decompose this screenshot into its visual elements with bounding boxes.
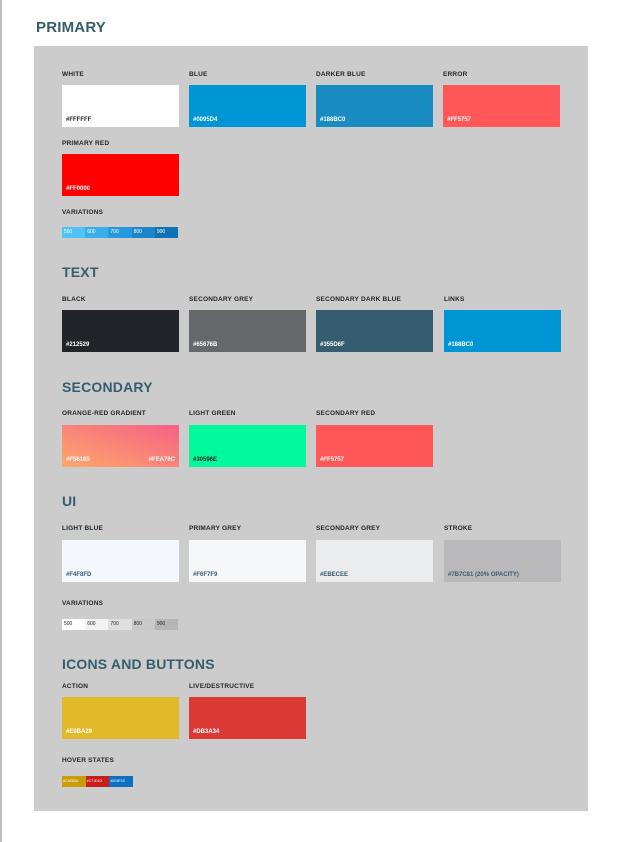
swatch-label-secondary-dark-blue: SECONDARY DARK BLUE bbox=[316, 296, 402, 303]
variation-label: 700 bbox=[110, 621, 119, 627]
swatch-hex-blue: #0095D4 bbox=[193, 117, 218, 123]
section-title-icons-and-buttons: ICONS AND BUTTONS bbox=[62, 656, 215, 672]
ui-variations-strip: 500 600 700 800 900 bbox=[62, 619, 179, 630]
swatch-light-blue: #F4F8FD bbox=[62, 540, 179, 582]
swatch-secondary-dark-blue: #355D6F bbox=[316, 310, 433, 352]
swatch-hex-gradient-start: #F56185 bbox=[66, 457, 90, 463]
swatch-darker-blue: #188BC0 bbox=[316, 85, 433, 127]
variation-500: 500 bbox=[62, 227, 86, 238]
swatch-label-links: LINKS bbox=[444, 296, 465, 303]
variation-label: 600 bbox=[87, 621, 96, 627]
hover-link: #0E6FC0 bbox=[109, 776, 134, 787]
swatch-label-action: ACTION bbox=[62, 683, 89, 690]
hover-states-label: HOVER STATES bbox=[62, 757, 114, 764]
swatch-hex-secondary-red: #FF5757 bbox=[320, 457, 345, 463]
ui-variation-600: 600 bbox=[85, 619, 109, 630]
swatch-live-destructive: #DB3A34 bbox=[189, 697, 306, 739]
swatch-hex-action: #E0BA29 bbox=[66, 729, 93, 735]
swatch-label-secondary-red: SECONDARY RED bbox=[316, 410, 376, 417]
swatch-label-primary-red: PRIMARY RED bbox=[62, 140, 110, 147]
swatch-label-black: BLACK bbox=[62, 296, 86, 303]
swatch-primary-grey: #F6F7F9 bbox=[189, 540, 306, 582]
palette-panel: WHITE #FFFFFF BLUE #0095D4 DARKER BLUE #… bbox=[34, 46, 588, 811]
ui-variation-700: 700 bbox=[108, 619, 132, 630]
swatch-hex-live-destructive: #DB3A34 bbox=[193, 729, 220, 735]
variation-600: 600 bbox=[85, 227, 109, 238]
swatch-orange-red-gradient: #F56185 #FEA76C bbox=[62, 425, 179, 467]
swatch-label-primary-grey: PRIMARY GREY bbox=[189, 525, 242, 532]
swatch-hex-secondary-dark-blue: #355D6F bbox=[320, 342, 345, 348]
primary-variations-strip: 500 600 700 800 900 bbox=[62, 227, 179, 238]
swatch-label-stroke: STROKE bbox=[444, 525, 473, 532]
swatch-hex-white: #FFFFFF bbox=[66, 117, 92, 123]
variation-label: 800 bbox=[133, 229, 142, 235]
ui-variation-900: 900 bbox=[154, 619, 179, 630]
variation-label: 600 bbox=[87, 229, 96, 235]
swatch-hex-darker-blue: #188BC0 bbox=[320, 117, 346, 123]
swatch-label-light-green: LIGHT GREEN bbox=[189, 410, 236, 417]
ui-variations-label: VARIATIONS bbox=[62, 600, 104, 607]
hover-states-strip: #CA9D06 #C71D1D #0E6FC0 bbox=[62, 776, 134, 787]
swatch-blue: #0095D4 bbox=[189, 85, 306, 127]
swatch-hex-error: #FF5757 bbox=[447, 117, 472, 123]
section-title-secondary: SECONDARY bbox=[62, 379, 153, 395]
ui-variation-500: 500 bbox=[62, 619, 86, 630]
swatch-label-white: WHITE bbox=[62, 71, 84, 78]
variation-800: 800 bbox=[131, 227, 155, 238]
ui-variation-800: 800 bbox=[131, 619, 155, 630]
swatch-hex-primary-red: #FF0000 bbox=[66, 186, 91, 192]
swatch-hex-stroke: #7B7C81 (20% OPACITY) bbox=[448, 572, 519, 578]
swatch-black: #212529 bbox=[62, 310, 179, 352]
swatch-label-blue: BLUE bbox=[189, 71, 208, 78]
hover-action: #CA9D06 bbox=[62, 776, 86, 787]
swatch-hex-secondary-grey-text: #65676B bbox=[193, 342, 218, 348]
variation-900: 900 bbox=[154, 227, 179, 238]
swatch-hex-light-green: #30596E bbox=[193, 457, 218, 463]
swatch-light-green: #30596E bbox=[189, 425, 306, 467]
variation-label: 900 bbox=[156, 229, 166, 235]
swatch-error: #FF5757 bbox=[443, 85, 560, 127]
swatch-label-error: ERROR bbox=[443, 71, 468, 78]
swatch-hex-secondary-grey-ui: #EBECEE bbox=[320, 572, 349, 578]
swatch-stroke: #7B7C81 (20% OPACITY) bbox=[444, 540, 561, 582]
swatch-label-orange-red-gradient: ORANGE-RED GRADIENT bbox=[62, 410, 146, 417]
variation-700: 700 bbox=[108, 227, 132, 238]
variation-label: 900 bbox=[156, 621, 166, 627]
swatch-hex-primary-grey: #F6F7F9 bbox=[193, 572, 218, 578]
swatch-label-darker-blue: DARKER BLUE bbox=[316, 71, 366, 78]
swatch-label-secondary-grey-text: SECONDARY GREY bbox=[189, 296, 254, 303]
swatch-secondary-grey-ui: #EBECEE bbox=[316, 540, 433, 582]
page-edge bbox=[0, 0, 2, 842]
section-title-text: TEXT bbox=[62, 264, 99, 280]
swatch-action: #E0BA29 bbox=[62, 697, 179, 739]
swatch-hex-links: #188BC0 bbox=[448, 342, 474, 348]
variation-label: 500 bbox=[64, 229, 73, 235]
swatch-label-light-blue: LIGHT BLUE bbox=[62, 525, 103, 532]
swatch-primary-red: #FF0000 bbox=[62, 154, 179, 196]
swatch-secondary-red: #FF5757 bbox=[316, 425, 433, 467]
page-title: PRIMARY bbox=[36, 19, 107, 36]
hover-destructive: #C71D1D bbox=[85, 776, 110, 787]
swatch-links: #188BC0 bbox=[444, 310, 561, 352]
swatch-hex-gradient-end: #FEA76C bbox=[148, 457, 175, 463]
variation-label: 700 bbox=[110, 229, 119, 235]
swatch-white: #FFFFFF bbox=[62, 85, 179, 127]
swatch-label-secondary-grey-ui: SECONDARY GREY bbox=[316, 525, 381, 532]
hover-label: #CA9D06 bbox=[63, 779, 79, 783]
swatch-hex-black: #212529 bbox=[66, 342, 90, 348]
variation-label: 500 bbox=[64, 621, 73, 627]
primary-variations-label: VARIATIONS bbox=[62, 209, 104, 216]
hover-label: #C71D1D bbox=[86, 779, 103, 783]
section-title-ui: UI bbox=[62, 493, 77, 509]
swatch-secondary-grey-text: #65676B bbox=[189, 310, 306, 352]
variation-label: 800 bbox=[133, 621, 142, 627]
swatch-hex-light-blue: #F4F8FD bbox=[66, 572, 92, 578]
swatch-label-live-destructive: LIVE/DESTRUCTIVE bbox=[189, 683, 255, 690]
hover-label: #0E6FC0 bbox=[110, 779, 126, 783]
